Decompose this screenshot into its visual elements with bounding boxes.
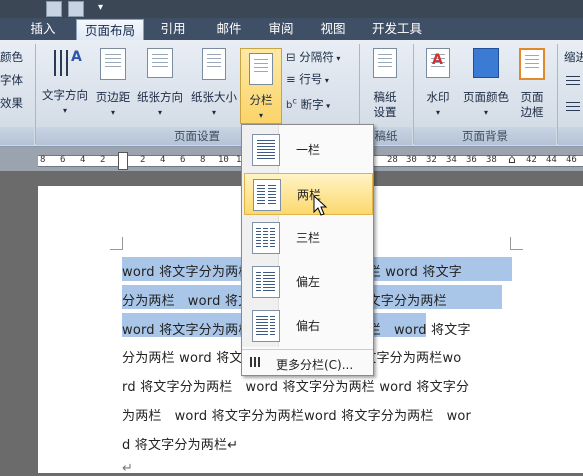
ruler-number: 46 [566, 155, 577, 165]
page-background-group-label: 页面背景 [414, 127, 556, 145]
menu-item-more-columns[interactable]: 更多分栏(C)... [242, 349, 373, 376]
watermark-icon: A [426, 48, 450, 78]
tab-developer[interactable]: 开发工具 [362, 18, 432, 40]
ruler-number: 34 [446, 155, 457, 165]
orientation-button[interactable]: 纸张方向 ▾ [134, 48, 186, 120]
menu-item-label: 偏右 [296, 319, 321, 333]
ruler-number: 10 [218, 155, 229, 165]
orientation-icon [147, 48, 173, 78]
indent-right-icon[interactable] [566, 102, 580, 114]
themes-group-label [0, 127, 34, 145]
ribbon-tab-bar: 插入 页面布局 引用 邮件 审阅 视图 开发工具 [0, 18, 583, 41]
text-direction-button[interactable]: A 文字方向 ▾ [40, 48, 90, 118]
right-column-icon [252, 310, 280, 342]
right-indent-marker-icon[interactable]: ⌂ [508, 152, 516, 166]
line-numbers-icon: ≡ [286, 72, 296, 86]
theme-effects-button[interactable]: 效果 [0, 96, 23, 110]
three-columns-icon [252, 222, 280, 254]
theme-colors-button[interactable]: 颜色 [0, 50, 23, 64]
margins-icon [100, 48, 126, 80]
ruler-number: 6 [60, 155, 66, 165]
hyphenation-icon: bc [286, 96, 297, 112]
manuscript-settings-button[interactable]: 稿纸设置 [364, 48, 406, 120]
ruler-number: 4 [160, 155, 166, 165]
breaks-button[interactable]: ⊟ 分隔符 ▾ [286, 50, 340, 66]
tab-mailings[interactable]: 邮件 [206, 18, 252, 40]
quick-access-toolbar: ▾ [0, 0, 583, 18]
margins-button[interactable]: 页边距 ▾ [92, 48, 134, 120]
paragraph-mark: ↵ [122, 461, 134, 476]
page-borders-button[interactable]: 页面边框 [514, 48, 550, 120]
print-preview-icon[interactable] [68, 1, 84, 17]
ruler-number: 8 [40, 155, 46, 165]
ruler-number: 36 [466, 155, 477, 165]
menu-item-left[interactable]: 偏左 [244, 261, 371, 301]
ruler-number: 28 [387, 155, 398, 165]
ruler-number: 30 [406, 155, 417, 165]
menu-item-two-columns[interactable]: 两栏 [244, 173, 373, 215]
menu-item-label: 一栏 [296, 143, 321, 157]
text-direction-icon: A [51, 48, 82, 78]
document-line[interactable]: d 将文字分为两栏↵ [122, 434, 238, 453]
watermark-button[interactable]: A 水印 ▾ [418, 48, 458, 120]
indent-label: 缩进 [564, 50, 583, 64]
ruler-number: 6 [180, 155, 186, 165]
menu-item-label: 偏左 [296, 275, 321, 289]
tab-view[interactable]: 视图 [310, 18, 356, 40]
ruler-number: 38 [486, 155, 497, 165]
ruler-number: 2 [140, 155, 146, 165]
ruler-number: 2 [100, 155, 106, 165]
document-line[interactable]: rd 将文字分为两栏 word 将文字分为两栏 word 将文字分 [122, 376, 469, 395]
ruler-number: 44 [546, 155, 557, 165]
indent-marker-icon[interactable] [118, 152, 128, 170]
page-borders-icon [519, 48, 545, 80]
tab-references[interactable]: 引用 [150, 18, 196, 40]
left-column-icon [252, 266, 280, 298]
page-color-icon [473, 48, 499, 78]
line-numbers-button[interactable]: ≡ 行号 ▾ [286, 72, 329, 88]
columns-button[interactable]: 分栏 ▾ [240, 48, 282, 124]
menu-item-one-column[interactable]: 一栏 [244, 129, 371, 169]
mouse-cursor-icon [313, 195, 328, 216]
indent-left-icon[interactable] [566, 76, 580, 88]
menu-item-label: 更多分栏(C)... [276, 358, 354, 372]
tab-review[interactable]: 审阅 [258, 18, 304, 40]
page-color-button[interactable]: 页面颜色 ▾ [460, 48, 512, 120]
qat-dropdown-icon[interactable]: ▾ [98, 2, 103, 13]
paragraph-group-label [558, 127, 583, 145]
ruler-number: 32 [426, 155, 437, 165]
breaks-icon: ⊟ [286, 50, 296, 64]
more-columns-icon [250, 357, 262, 367]
two-columns-icon [253, 179, 281, 211]
menu-item-three-columns[interactable]: 三栏 [244, 217, 371, 257]
ruler-number: 4 [80, 155, 86, 165]
tab-page-layout[interactable]: 页面布局 [76, 19, 144, 41]
manuscript-icon [373, 48, 397, 78]
columns-dropdown-menu: 一栏 两栏 三栏 偏左 偏右 更多分栏(C)... [241, 124, 374, 376]
ruler-number: 42 [526, 155, 537, 165]
margin-corner-mark [510, 237, 523, 250]
ruler-number: 8 [200, 155, 206, 165]
document-line[interactable]: 为两栏 word 将文字分为两栏word 将文字分为两栏 wor [122, 405, 471, 424]
one-column-icon [252, 134, 280, 166]
columns-icon [249, 53, 273, 85]
hyphenation-button[interactable]: bc 断字 ▾ [286, 94, 330, 113]
save-icon[interactable] [46, 1, 62, 17]
menu-item-label: 三栏 [296, 231, 321, 245]
paper-size-button[interactable]: 纸张大小 ▾ [188, 48, 240, 120]
margin-corner-mark [110, 237, 123, 250]
theme-fonts-button[interactable]: 字体 [0, 73, 23, 87]
paper-size-icon [202, 48, 226, 80]
menu-item-right[interactable]: 偏右 [244, 305, 371, 345]
tab-insert[interactable]: 插入 [18, 18, 68, 40]
